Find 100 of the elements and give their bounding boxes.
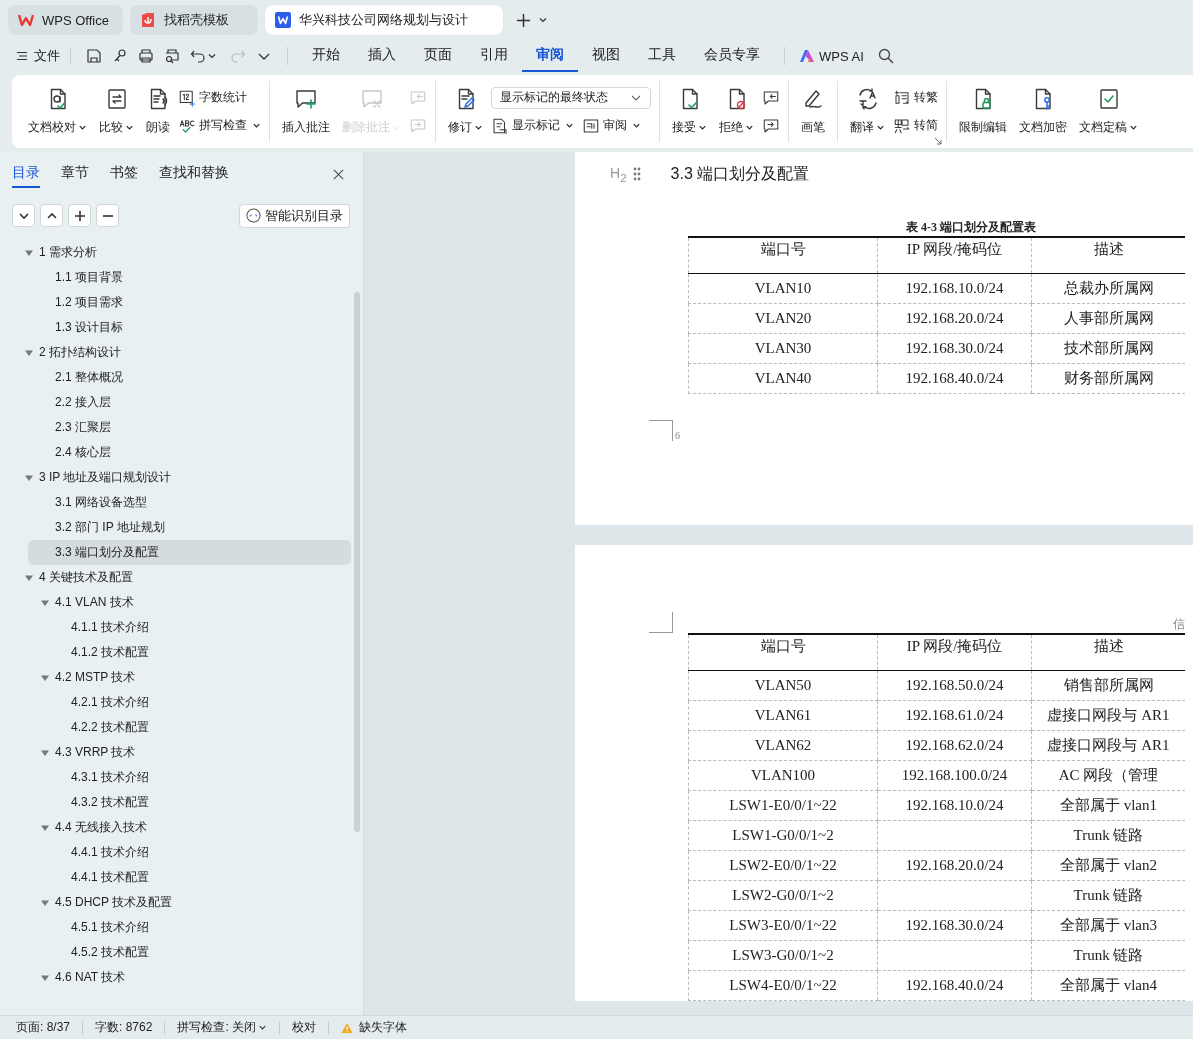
status-dropdown[interactable]: 拼写检查: 关闭 [177,1019,268,1036]
ribbon-button[interactable]: 拼写检查 [178,114,261,137]
remove-button[interactable] [96,204,119,227]
ribbon-button[interactable]: 显示标记 [491,114,574,137]
document-tab[interactable]: 找稻壳模板 [130,5,258,35]
expand-toggle-icon[interactable] [25,249,33,257]
expand-toggle-icon[interactable] [41,824,49,832]
new-tab-icon[interactable] [516,12,531,28]
toc-item[interactable]: 4.4.1 技术配置 [0,865,351,890]
toc-item[interactable]: 3.1 网络设备选型 [0,490,351,515]
ribbon-button[interactable]: 文档定稿 [1075,81,1142,142]
toc-item[interactable]: 1 需求分析 [0,240,351,265]
expand-toggle-icon[interactable] [25,574,33,582]
menu-icon [16,50,28,62]
ribbon-button[interactable]: 朗读 [142,81,174,142]
expand-toggle-icon[interactable] [41,749,49,757]
toc-item[interactable]: 4.3 VRRP 技术 [0,740,351,765]
pane-tab[interactable]: 目录 [12,160,40,188]
launcher-icon[interactable] [934,137,942,145]
markup-select[interactable]: 显示标记的最终状态 [491,86,651,109]
print-icon[interactable] [138,48,154,64]
toc-item[interactable]: 4 关键技术及配置 [0,565,351,590]
toc-item[interactable]: 4.5.1 技术介绍 [0,915,351,940]
scrollbar[interactable] [354,292,360,832]
toc-item[interactable]: 4.5.2 技术配置 [0,940,351,965]
ribbon-tab[interactable]: 页面 [410,40,466,72]
caret-icon[interactable] [207,51,217,61]
toc-item[interactable]: 4.1.2 技术配置 [0,640,351,665]
table-cell: 总裁办所属网 [1063,280,1154,296]
ribbon-button[interactable]: 插入批注 [278,81,334,142]
missing-fonts-button[interactable]: 缺失字体 [341,1019,408,1036]
toc-item[interactable]: 4.1 VLAN 技术 [0,590,351,615]
ribbon-button[interactable]: 转简 [893,114,938,137]
toc-item[interactable]: 2.2 接入层 [0,390,351,415]
ribbon-tab[interactable]: 插入 [354,40,410,72]
toc-item[interactable]: 3.3 端口划分及配置 [28,540,351,565]
toc-item[interactable]: 4.1.1 技术介绍 [0,615,351,640]
ai-button[interactable]: WPS AI [799,48,864,64]
search-icon[interactable] [877,48,894,64]
expand-toggle-icon[interactable] [41,674,49,682]
toc-item[interactable]: 4.4.1 技术介绍 [0,840,351,865]
toc-item[interactable]: 4.2.1 技术介绍 [0,690,351,715]
ribbon-button[interactable]: 转繁 [893,86,938,109]
table-cell: 192.168.10.0/24 [905,280,1004,296]
toc-item[interactable]: 4.3.1 技术介绍 [0,765,351,790]
toc-item[interactable]: 1.1 项目背景 [0,265,351,290]
ribbon-tab[interactable]: 引用 [466,40,522,72]
toc-item[interactable]: 2 拓扑结构设计 [0,340,351,365]
toc-item[interactable]: 4.2 MSTP 技术 [0,665,351,690]
smart-toc-button[interactable]: 智能识别目录 [239,203,350,228]
toc-item[interactable]: 3.2 部门 IP 地址规划 [0,515,351,540]
close-icon[interactable] [333,168,344,180]
toc-item[interactable]: 3 IP 地址及端口规划设计 [0,465,351,490]
ribbon-tab[interactable]: 开始 [298,40,354,72]
pane-tab[interactable]: 查找和替换 [159,160,229,188]
ribbon-button[interactable]: 限制编辑 [955,81,1011,142]
document-tab[interactable]: 华兴科技公司网络规划与设计 [265,5,503,35]
save-icon[interactable] [86,48,102,64]
caret-icon[interactable] [538,15,548,25]
ribbon-button[interactable]: 翻译 [846,81,889,142]
toc-item[interactable]: 1.2 项目需求 [0,290,351,315]
file-menu[interactable]: 文件 [16,47,60,65]
ribbon-tab[interactable]: 视图 [578,40,634,72]
drag-handle-icon[interactable] [632,167,641,181]
expand-toggle-icon[interactable] [41,899,49,907]
ribbon-button[interactable]: 文档校对 [24,81,91,142]
ribbon-button[interactable]: 字数统计 [178,86,247,109]
ribbon-button[interactable]: 接受 [668,81,711,142]
pane-tab[interactable]: 书签 [110,160,138,188]
table-cell: Trunk 链路 [1073,887,1144,903]
ribbon-button[interactable]: 画笔 [797,81,829,142]
add-button[interactable] [68,204,91,227]
pane-tab[interactable]: 章节 [61,160,89,188]
ribbon-tab[interactable]: 工具 [634,40,690,72]
toc-item[interactable]: 2.3 汇聚层 [0,415,351,440]
ribbon-button[interactable]: 文档加密 [1015,81,1071,142]
toc-item[interactable]: 2.1 整体概况 [0,365,351,390]
expand-toggle-icon[interactable] [41,974,49,982]
toc-item[interactable]: 2.4 核心层 [0,440,351,465]
toc-item[interactable]: 4.5 DHCP 技术及配置 [0,890,351,915]
ribbon-button[interactable]: 比较 [95,81,138,142]
ribbon-button[interactable]: 拒绝 [715,81,758,142]
toc-item[interactable]: 4.3.2 技术配置 [0,790,351,815]
expand-toggle-icon[interactable] [25,474,33,482]
collapse-button[interactable] [12,204,35,227]
print-preview-icon[interactable] [164,48,180,64]
ribbon-tab[interactable]: 会员专享 [690,40,774,72]
toc-item[interactable]: 4.2.2 技术配置 [0,715,351,740]
document-tab[interactable]: WPS Office [8,5,123,35]
expand-button[interactable] [40,204,63,227]
ribbon-tab[interactable]: 审阅 [522,40,578,72]
ribbon-button[interactable]: 审阅 [582,114,641,137]
ribbon-button[interactable]: 修订 [444,81,487,142]
caret-icon [252,121,261,130]
toc-item[interactable]: 1.3 设计目标 [0,315,351,340]
expand-toggle-icon[interactable] [41,599,49,607]
undo-icon[interactable] [190,48,206,64]
toc-item[interactable]: 4.6 NAT 技术 [0,965,351,990]
toc-item[interactable]: 4.4 无线接入技术 [0,815,351,840]
expand-toggle-icon[interactable] [25,349,33,357]
